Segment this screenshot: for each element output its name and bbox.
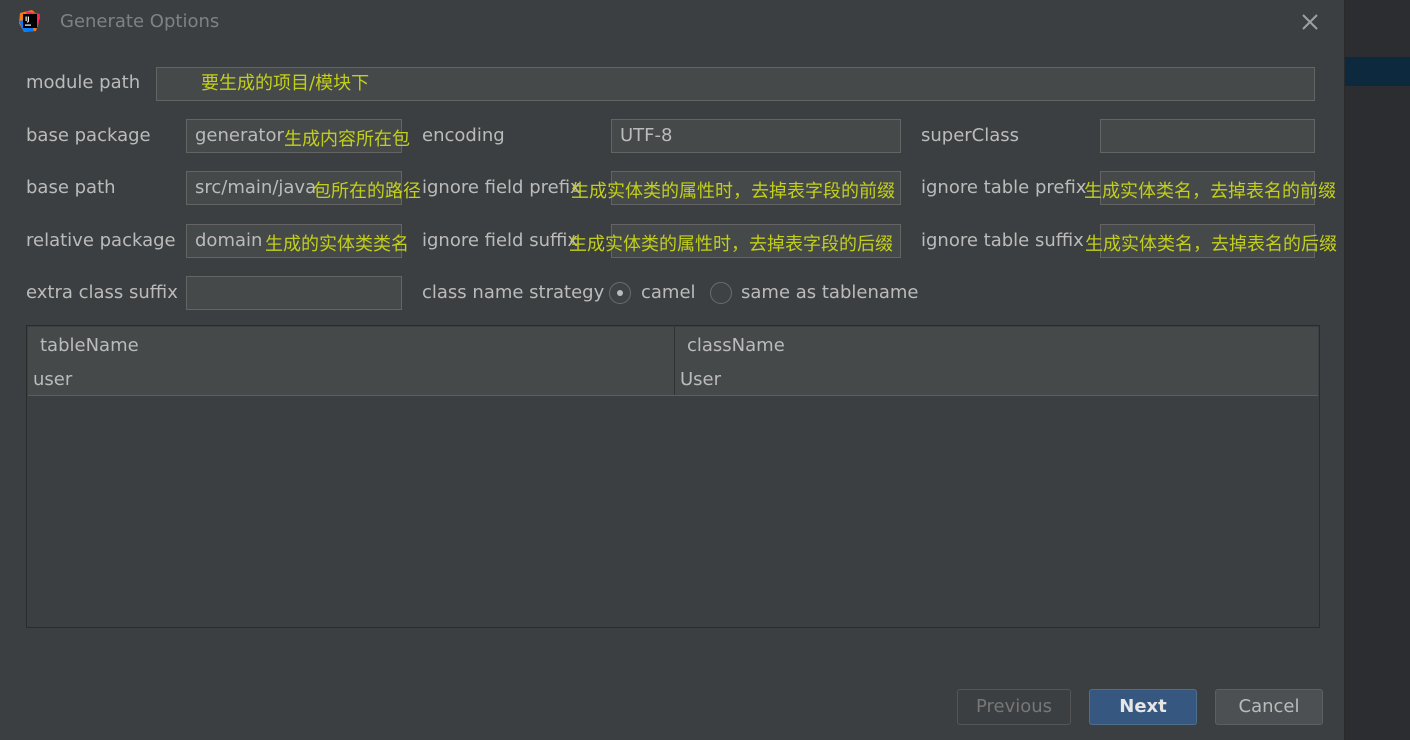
module-path-annotation: 要生成的项目/模块下 xyxy=(201,73,370,94)
ignore-table-suffix-annotation: 生成实体类名，去掉表名的后缀 xyxy=(1085,234,1337,255)
base-package-annotation: 生成内容所在包 xyxy=(284,129,410,150)
column-header-tablename[interactable]: tableName xyxy=(28,327,675,364)
column-divider xyxy=(674,327,675,395)
ignore-field-suffix-annotation: 生成实体类的属性时，去掉表字段的后缀 xyxy=(569,234,893,255)
table-row[interactable]: user User xyxy=(28,364,1318,396)
super-class-input[interactable] xyxy=(1100,119,1315,153)
intellij-idea-icon: IJ xyxy=(19,10,40,32)
relative-package-label: relative package xyxy=(26,230,176,251)
base-package-value: generator xyxy=(195,125,284,146)
title-bar: IJ Generate Options xyxy=(0,0,1344,44)
radio-selected-dot xyxy=(617,290,623,296)
cancel-button[interactable]: Cancel xyxy=(1215,689,1323,725)
ignore-field-prefix-annotation: 生成实体类的属性时，去掉表字段的前缀 xyxy=(571,181,895,202)
base-path-value: src/main/java xyxy=(195,177,317,198)
module-path-label: module path xyxy=(26,72,141,93)
dialog-title: Generate Options xyxy=(60,11,220,32)
encoding-input[interactable]: UTF-8 xyxy=(611,119,901,153)
svg-text:IJ: IJ xyxy=(25,16,29,23)
extra-class-suffix-input[interactable] xyxy=(186,276,402,310)
module-path-input[interactable]: 要生成的项目/模块下 xyxy=(156,67,1315,101)
relative-package-value: domain xyxy=(195,230,263,251)
table-header: tableName className xyxy=(28,327,1318,365)
super-class-label: superClass xyxy=(921,125,1020,146)
base-package-label: base package xyxy=(26,125,151,146)
ignore-table-prefix-label: ignore table prefix xyxy=(921,177,1087,198)
base-path-label: base path xyxy=(26,177,116,198)
camel-radio[interactable] xyxy=(609,282,631,304)
relative-package-annotation: 生成的实体类类名 xyxy=(265,234,409,255)
ignore-table-suffix-label: ignore table suffix xyxy=(921,230,1084,251)
ignore-field-prefix-label: ignore field prefix xyxy=(422,177,581,198)
base-path-annotation: 包所在的路径 xyxy=(313,181,421,202)
ignore-table-prefix-annotation: 生成实体类名，去掉表名的前缀 xyxy=(1084,181,1336,202)
background-ide-panel xyxy=(1344,0,1410,740)
same-as-tablename-radio[interactable] xyxy=(710,282,732,304)
generate-options-dialog: IJ Generate Options module path 要生成的项目/模… xyxy=(0,0,1344,740)
same-as-tablename-radio-label[interactable]: same as tablename xyxy=(741,282,919,303)
column-header-classname[interactable]: className xyxy=(675,327,1318,364)
next-button[interactable]: Next xyxy=(1089,689,1197,725)
ignore-field-suffix-label: ignore field suffix xyxy=(422,230,579,251)
previous-button[interactable]: Previous xyxy=(957,689,1071,725)
encoding-value: UTF-8 xyxy=(620,125,673,146)
camel-radio-label[interactable]: camel xyxy=(641,282,696,303)
background-selected-row xyxy=(1345,57,1410,86)
encoding-label: encoding xyxy=(422,125,505,146)
cell-tablename[interactable]: user xyxy=(28,364,675,395)
table-mapping-grid[interactable]: tableName className user User xyxy=(26,325,1320,628)
extra-class-suffix-label: extra class suffix xyxy=(26,282,178,303)
cell-classname[interactable]: User xyxy=(675,364,1318,395)
close-icon[interactable] xyxy=(1298,10,1322,34)
class-name-strategy-label: class name strategy xyxy=(422,282,605,303)
